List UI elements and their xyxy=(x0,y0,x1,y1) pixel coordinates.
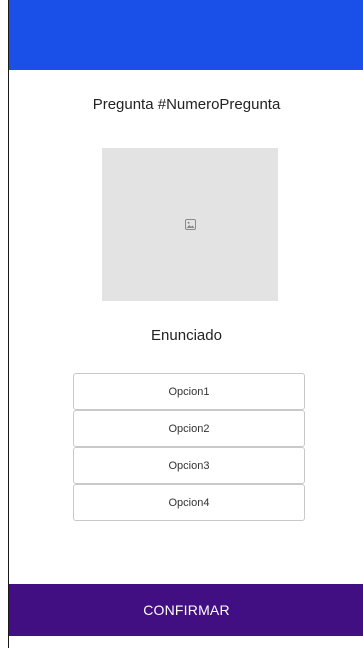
option-button-4[interactable]: Opcion4 xyxy=(73,484,305,521)
question-statement: Enunciado xyxy=(151,327,222,344)
confirm-button[interactable]: CONFIRMAR xyxy=(9,584,363,636)
question-image-placeholder xyxy=(102,148,278,301)
option-button-3[interactable]: Opcion3 xyxy=(73,447,305,484)
question-title: Pregunta #NumeroPregunta xyxy=(92,96,281,113)
image-icon xyxy=(184,219,196,230)
options-list: Opcion1 Opcion2 Opcion3 Opcion4 xyxy=(73,373,305,521)
app-frame: Pregunta #NumeroPregunta Enunciado Opcio… xyxy=(8,0,363,648)
option-button-1[interactable]: Opcion1 xyxy=(73,373,305,410)
option-button-2[interactable]: Opcion2 xyxy=(73,410,305,447)
top-app-bar xyxy=(9,0,363,70)
